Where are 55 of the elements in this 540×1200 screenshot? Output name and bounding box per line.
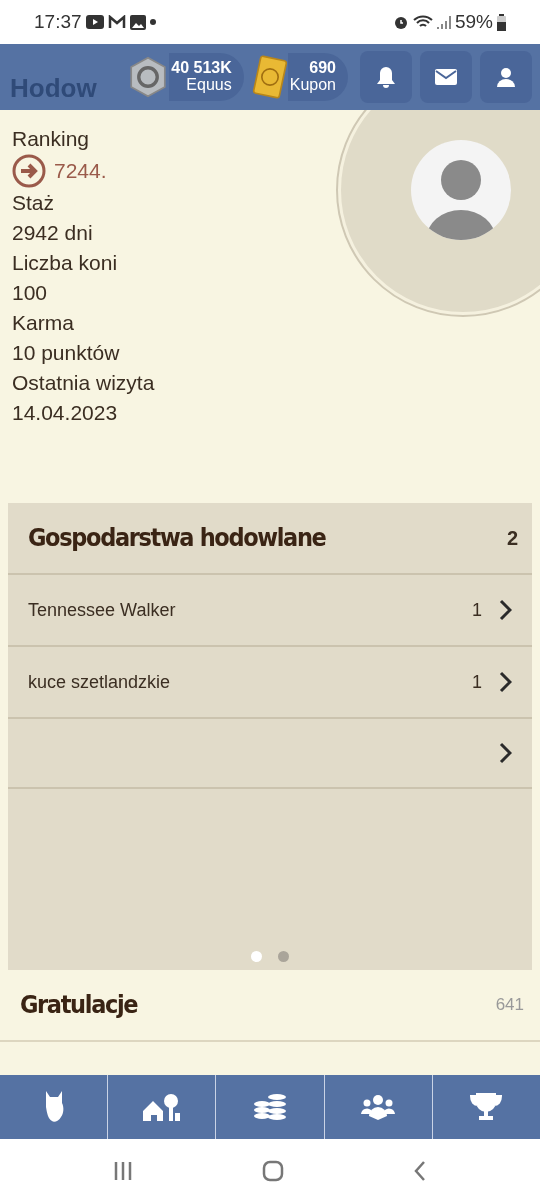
mail-icon bbox=[435, 69, 457, 85]
house-tree-icon bbox=[142, 1093, 181, 1121]
clock-time: 17:37 bbox=[34, 9, 82, 34]
trophy-icon bbox=[469, 1093, 504, 1121]
arrow-circle-icon bbox=[12, 154, 46, 188]
signal-icon bbox=[436, 14, 451, 30]
chevron-right-icon bbox=[498, 671, 512, 693]
pager-dot[interactable] bbox=[251, 951, 262, 962]
field-label: Ranking bbox=[12, 126, 91, 152]
field-value: 14.04.2023 bbox=[12, 400, 119, 426]
mail-icon bbox=[107, 15, 126, 29]
congratulations-count: 641 bbox=[495, 994, 524, 1017]
field-label: Liczba koni bbox=[12, 250, 119, 276]
farm-name: Tennessee Walker bbox=[28, 598, 177, 622]
battery-percent: 59% bbox=[454, 9, 493, 34]
battery-icon bbox=[497, 13, 506, 31]
currency-value: 690 bbox=[308, 60, 336, 77]
field-label: Ostatnia wizyta bbox=[12, 370, 156, 396]
farm-count: 1 bbox=[472, 670, 482, 694]
image-icon bbox=[129, 14, 146, 30]
section-title: Gratulacje bbox=[20, 989, 138, 1022]
farm-name: kuce szetlandzkie bbox=[28, 670, 172, 694]
farm-row[interactable]: Tennessee Walker 1 bbox=[8, 573, 532, 645]
currency-chip[interactable]: 40 513K Equus bbox=[169, 53, 244, 101]
back-icon[interactable] bbox=[413, 1159, 428, 1182]
currency-value: 40 513K bbox=[171, 60, 232, 77]
play-icon bbox=[85, 15, 104, 29]
people-icon bbox=[361, 1094, 396, 1120]
currency-label: Equus bbox=[185, 77, 232, 94]
chevron-right-icon bbox=[498, 742, 512, 764]
home-icon[interactable] bbox=[262, 1159, 284, 1182]
dot-icon bbox=[149, 19, 156, 25]
chevron-right-icon bbox=[498, 599, 512, 621]
alarm-icon bbox=[392, 14, 409, 30]
user-button[interactable] bbox=[480, 51, 532, 103]
user-icon bbox=[497, 67, 515, 87]
farm-row[interactable]: kuce szetlandzkie 1 bbox=[8, 645, 532, 717]
bell-icon bbox=[376, 66, 396, 88]
pager-dot[interactable] bbox=[278, 951, 289, 962]
currency-label: Kupon bbox=[289, 77, 336, 94]
rank-value: 7244. bbox=[54, 158, 107, 184]
farm-count: 1 bbox=[472, 598, 482, 622]
field-value: 2942 dni bbox=[12, 220, 94, 246]
field-label: Staż bbox=[12, 190, 56, 216]
mail-button[interactable] bbox=[420, 51, 472, 103]
field-label: Karma bbox=[12, 310, 75, 336]
currency-chip[interactable]: 690 Kupon bbox=[287, 53, 348, 101]
card-title: Gospodarstwa hodowlane bbox=[28, 522, 326, 555]
field-value: 100 bbox=[12, 280, 49, 306]
coupon-icon bbox=[251, 55, 288, 99]
field-value: 10 punktów bbox=[12, 340, 121, 366]
bell-button[interactable] bbox=[360, 51, 412, 103]
farm-count: 2 bbox=[506, 526, 518, 551]
recent-apps-icon[interactable] bbox=[112, 1160, 133, 1181]
coins-icon bbox=[252, 1094, 288, 1120]
